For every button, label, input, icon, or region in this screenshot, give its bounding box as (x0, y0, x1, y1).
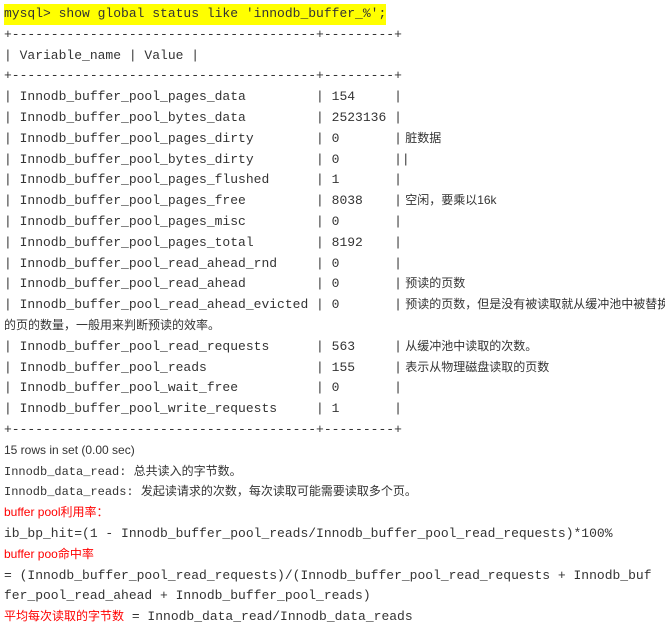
table-row: | Innodb_buffer_pool_pages_flushed | 1 | (4, 172, 402, 187)
table-row: | Innodb_buffer_pool_pages_dirty | 0 | (4, 131, 402, 146)
table-row: | Innodb_buffer_pool_reads | 155 | (4, 360, 402, 375)
query-line: mysql> show global status like 'innodb_b… (4, 4, 386, 25)
table-row: | Innodb_buffer_pool_write_requests | 1 … (4, 401, 402, 416)
note-util-label: buffer pool利用率： (4, 505, 109, 519)
note-data-read: Innodb_data_read: 总共读入的字节数。 (4, 465, 242, 479)
row-comment: 空闲，要乘以16k (402, 193, 497, 207)
table-row: | Innodb_buffer_pool_read_ahead_rnd | 0 … (4, 256, 402, 271)
result-count: 15 rows in set (0.00 sec) (4, 443, 135, 457)
note-avg-label: 平均每次读取的字节数 (4, 609, 124, 623)
row-comment: 脏数据 (402, 131, 441, 145)
table-row: | Innodb_buffer_pool_read_ahead | 0 | (4, 276, 402, 291)
row-comment: 表示从物理磁盘读取的页数 (402, 360, 549, 374)
table-border: +---------------------------------------… (4, 68, 402, 83)
row-comment: 预读的页数，但是没有被读取就从缓冲池中被替换 (402, 297, 665, 311)
row-comment: 预读的页数 (402, 276, 465, 290)
table-row: | Innodb_buffer_pool_pages_free | 8038 | (4, 193, 402, 208)
note-util-formula: ib_bp_hit=(1 - Innodb_buffer_pool_reads/… (4, 526, 613, 541)
table-row: | Innodb_buffer_pool_pages_data | 154 | (4, 89, 402, 104)
note-hit-label: buffer poo命中率 (4, 547, 94, 561)
table-row-continuation: 的页的数量，一般用来判断预读的效率。 (4, 318, 220, 332)
note-data-reads: Innodb_data_reads: 发起读请求的次数，每次读取可能需要读取多个… (4, 485, 417, 499)
table-row: | Innodb_buffer_pool_pages_misc | 0 | (4, 214, 402, 229)
note-avg-formula: = Innodb_data_read/Innodb_data_reads (124, 609, 413, 624)
table-border: +---------------------------------------… (4, 422, 402, 437)
table-row: | Innodb_buffer_pool_read_ahead_evicted … (4, 297, 402, 312)
table-row: | Innodb_buffer_pool_bytes_data | 252313… (4, 110, 402, 125)
table-row: | Innodb_buffer_pool_read_requests | 563… (4, 339, 402, 354)
table-row: | Innodb_buffer_pool_wait_free | 0 | (4, 380, 402, 395)
row-comment: 从缓冲池中读取的次数。 (402, 339, 537, 353)
note-hit-formula: = (Innodb_buffer_pool_read_requests)/(In… (4, 566, 659, 608)
table-header: | Variable_name | Value | (4, 48, 199, 63)
table-row: | Innodb_buffer_pool_pages_total | 8192 … (4, 235, 402, 250)
table-row: | Innodb_buffer_pool_bytes_dirty | 0 || (4, 152, 410, 167)
table-border: +---------------------------------------… (4, 27, 402, 42)
